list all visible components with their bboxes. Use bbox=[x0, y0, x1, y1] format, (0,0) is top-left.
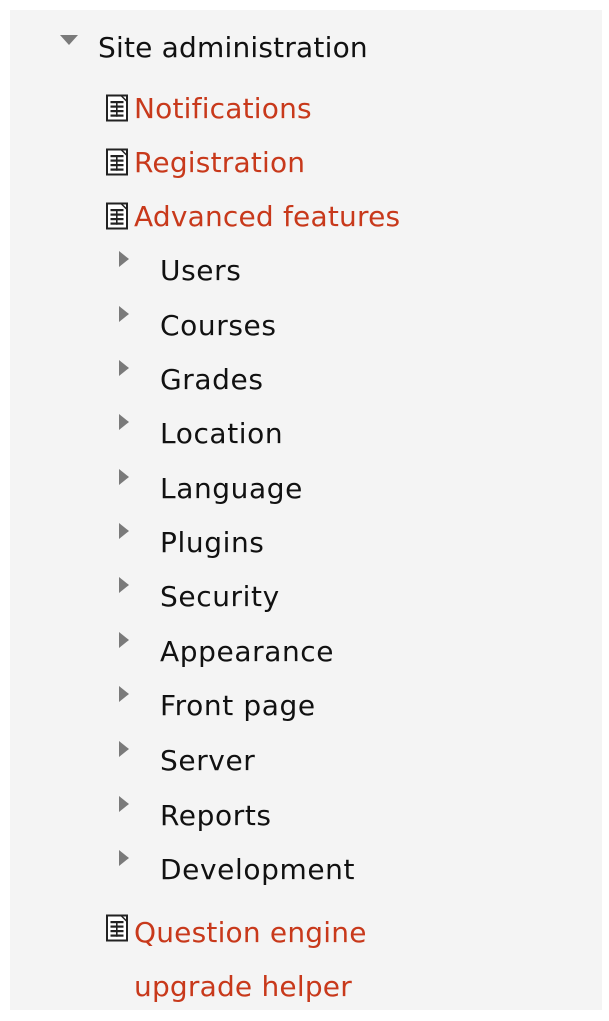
category-label[interactable]: Grades bbox=[160, 363, 264, 396]
category-label[interactable]: Development bbox=[160, 853, 355, 886]
registration-link[interactable]: Registration bbox=[134, 146, 305, 179]
link-line-1[interactable]: Question engine bbox=[134, 906, 367, 960]
category-server[interactable]: Server bbox=[118, 738, 255, 782]
page-link-registration[interactable]: Registration bbox=[104, 140, 305, 184]
triangle-right-icon[interactable] bbox=[118, 522, 138, 550]
category-label[interactable]: Plugins bbox=[160, 526, 265, 559]
category-label[interactable]: Reports bbox=[160, 799, 272, 832]
triangle-right-icon[interactable] bbox=[118, 849, 138, 877]
triangle-right-icon[interactable] bbox=[118, 468, 138, 496]
triangle-right-icon[interactable] bbox=[118, 685, 138, 713]
link-line-2[interactable]: upgrade helper bbox=[134, 960, 367, 1014]
category-label[interactable]: Language bbox=[160, 472, 303, 505]
page-link-advanced-features[interactable]: Advanced features bbox=[104, 194, 400, 238]
category-label[interactable]: Courses bbox=[160, 309, 277, 342]
category-plugins[interactable]: Plugins bbox=[118, 520, 265, 564]
triangle-right-icon[interactable] bbox=[118, 305, 138, 333]
category-label[interactable]: Front page bbox=[160, 689, 316, 722]
site-administration-node[interactable]: Site administration bbox=[58, 25, 368, 69]
document-page-icon bbox=[104, 913, 132, 943]
site-administration-label[interactable]: Site administration bbox=[98, 31, 368, 64]
triangle-down-icon[interactable] bbox=[58, 33, 80, 49]
category-courses[interactable]: Courses bbox=[118, 303, 277, 347]
document-page-icon bbox=[104, 201, 132, 231]
triangle-right-icon[interactable] bbox=[118, 795, 138, 823]
category-security[interactable]: Security bbox=[118, 574, 280, 618]
question-engine-upgrade-helper-link[interactable]: Question engine upgrade helper bbox=[134, 906, 367, 1014]
site-administration-tree: Site administration Notifications Regist… bbox=[10, 10, 602, 1010]
category-label[interactable]: Location bbox=[160, 417, 283, 450]
category-users[interactable]: Users bbox=[118, 248, 241, 292]
triangle-right-icon[interactable] bbox=[118, 576, 138, 604]
admin-block-panel: Site administration Notifications Regist… bbox=[10, 10, 602, 1010]
category-appearance[interactable]: Appearance bbox=[118, 629, 334, 673]
category-reports[interactable]: Reports bbox=[118, 793, 272, 837]
triangle-right-icon[interactable] bbox=[118, 359, 138, 387]
document-page-icon bbox=[104, 93, 132, 123]
category-development[interactable]: Development bbox=[118, 847, 355, 891]
category-label[interactable]: Security bbox=[160, 580, 280, 613]
category-location[interactable]: Location bbox=[118, 411, 283, 455]
category-language[interactable]: Language bbox=[118, 466, 303, 510]
category-grades[interactable]: Grades bbox=[118, 357, 264, 401]
page-link-question-engine-upgrade-helper[interactable]: Question engine upgrade helper bbox=[104, 906, 367, 1014]
category-label[interactable]: Appearance bbox=[160, 635, 334, 668]
triangle-right-icon[interactable] bbox=[118, 740, 138, 768]
page-link-notifications[interactable]: Notifications bbox=[104, 86, 312, 130]
category-label[interactable]: Server bbox=[160, 744, 255, 777]
category-label[interactable]: Users bbox=[160, 254, 241, 287]
triangle-right-icon[interactable] bbox=[118, 631, 138, 659]
notifications-link[interactable]: Notifications bbox=[134, 92, 312, 125]
advanced-features-link[interactable]: Advanced features bbox=[134, 200, 400, 233]
triangle-right-icon[interactable] bbox=[118, 413, 138, 441]
category-front-page[interactable]: Front page bbox=[118, 683, 316, 727]
document-page-icon bbox=[104, 147, 132, 177]
triangle-right-icon[interactable] bbox=[118, 250, 138, 278]
